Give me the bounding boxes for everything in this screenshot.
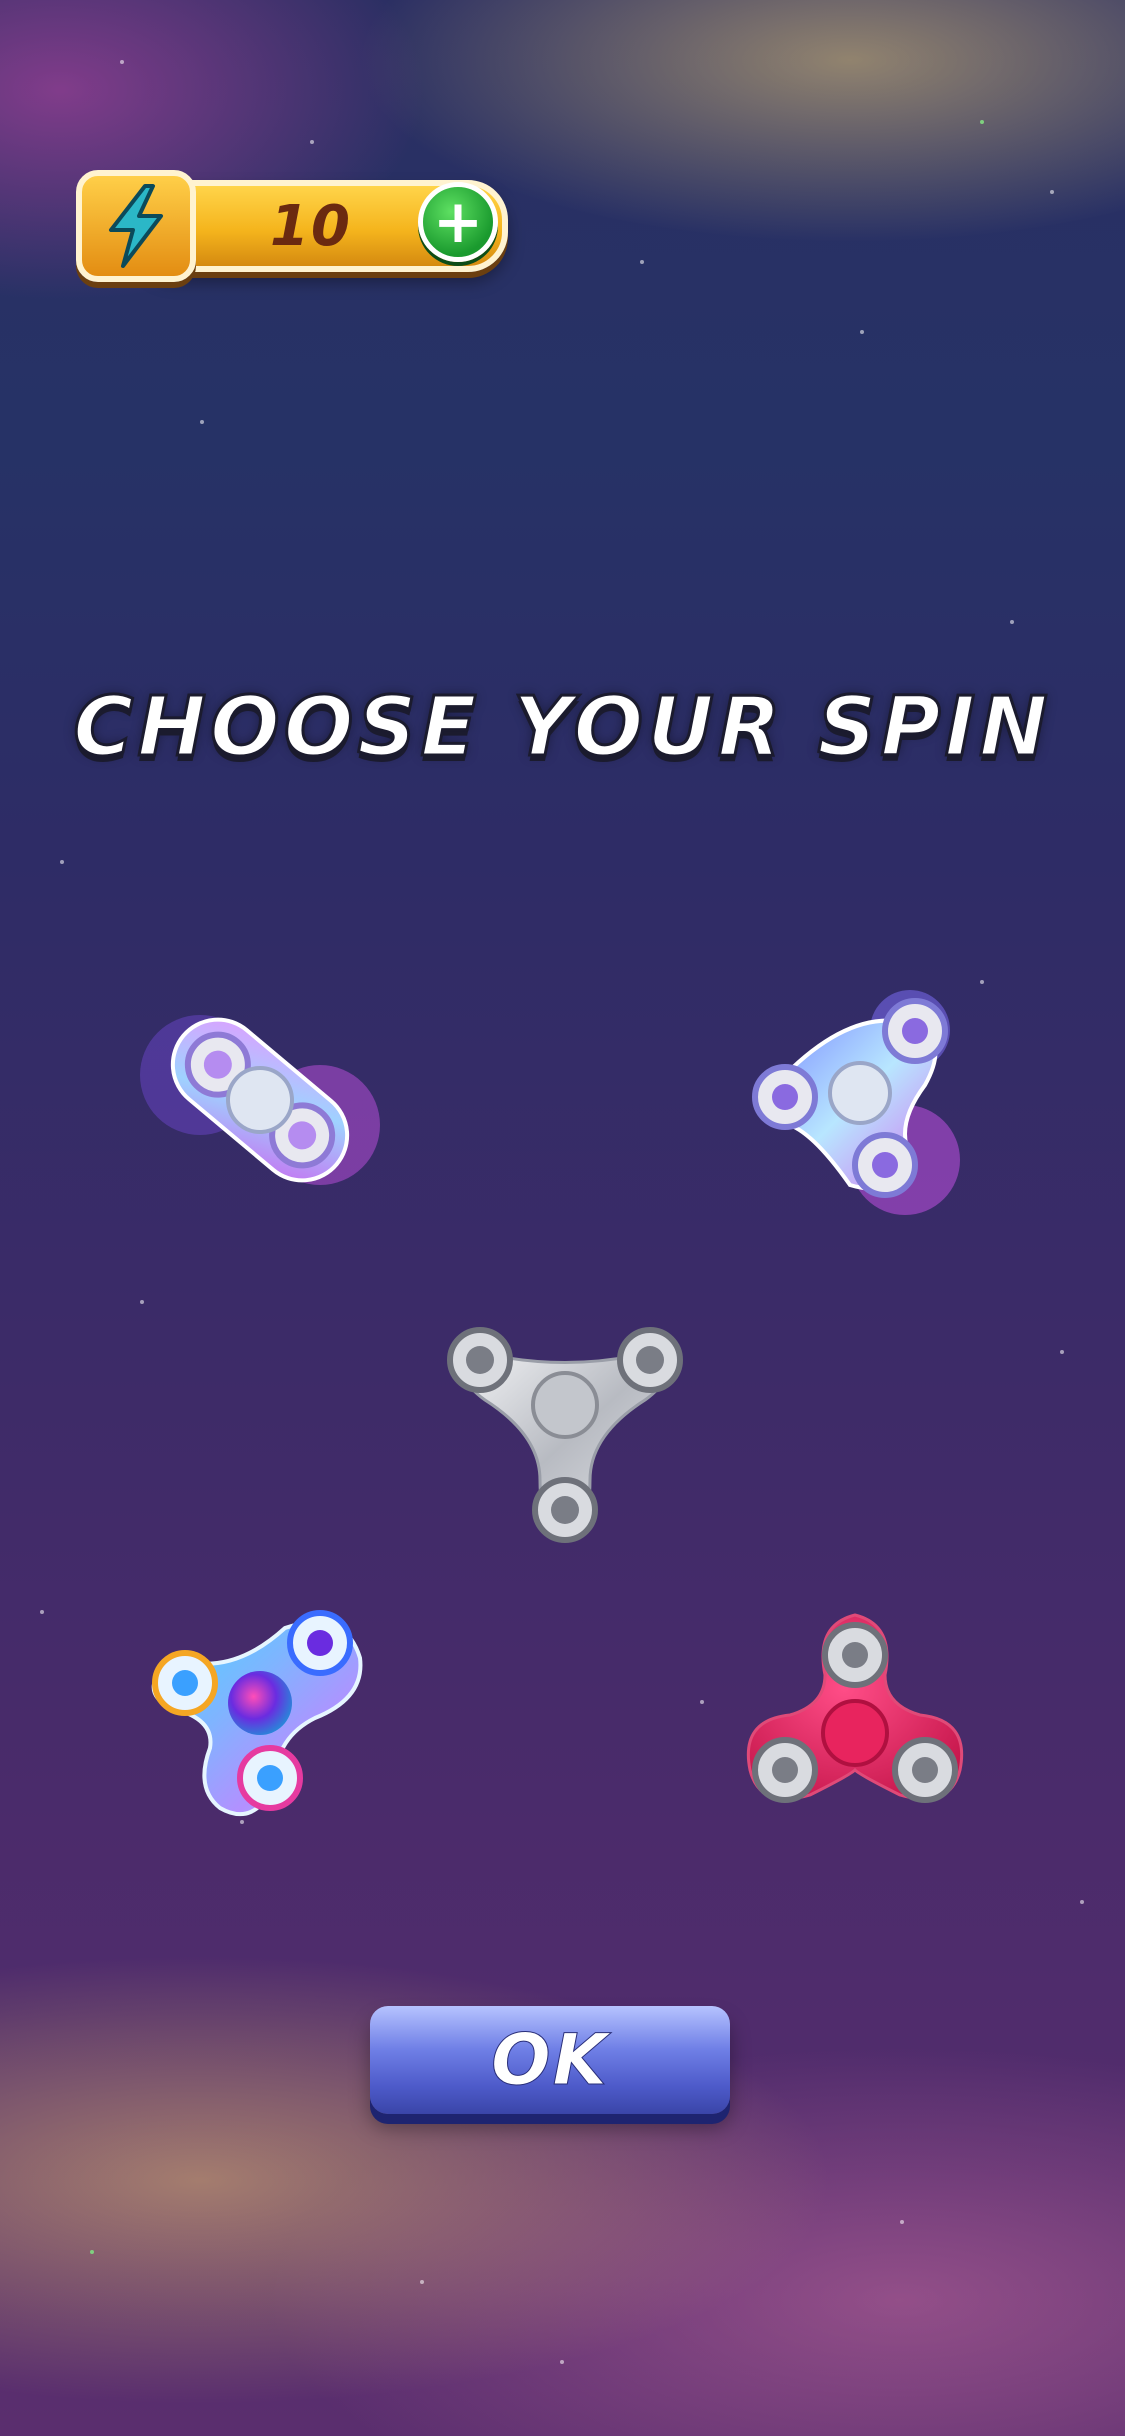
page-title: CHOOSE YOUR SPIN xyxy=(72,679,1052,777)
energy-counter: 10 + xyxy=(76,170,508,282)
spinner-option-2[interactable] xyxy=(735,985,975,1215)
spinner-option-5[interactable] xyxy=(735,1605,975,1835)
ok-button[interactable]: OK xyxy=(370,2006,730,2114)
energy-value: 10 xyxy=(270,193,352,259)
spinner-option-4[interactable] xyxy=(135,1598,375,1828)
spinner-option-1[interactable] xyxy=(130,985,390,1215)
plus-icon[interactable]: + xyxy=(418,182,498,262)
spinner-option-3[interactable] xyxy=(440,1315,690,1545)
lightning-bolt-icon xyxy=(76,170,196,282)
